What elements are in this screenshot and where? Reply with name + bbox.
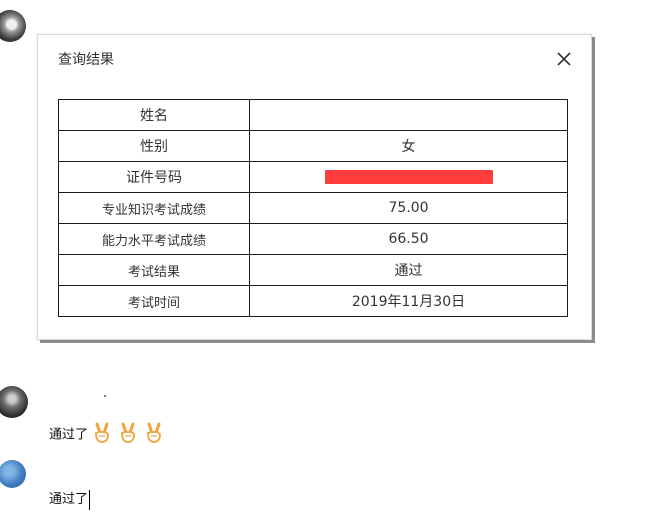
chat-message-text: 通过了 [49,427,89,443]
row-label-ability-score: 能力水平考试成绩 [58,223,250,255]
row-value-exam-result: 通过 [249,254,568,286]
row-value-id-number [249,161,568,193]
avatar[interactable] [0,10,26,42]
avatar[interactable] [0,386,28,418]
row-label-id-number: 证件号码 [58,161,250,193]
victory-hand-icon [90,421,114,449]
query-result-dialog: 查询结果 姓名 性别 女 证件号码 专业知识考试成绩 75.00 能力水平考试成… [37,34,592,340]
close-button[interactable] [554,49,574,69]
avatar[interactable] [0,460,26,488]
dialog-title: 查询结果 [58,52,114,68]
table-row: 能力水平考试成绩 66.50 [58,223,568,255]
table-row: 姓名 [58,99,568,131]
row-label-professional-score: 专业知识考试成绩 [58,192,250,224]
victory-hand-icon [116,421,140,449]
close-icon [557,52,571,66]
victory-hand-icon [142,421,166,449]
result-table: 姓名 性别 女 证件号码 专业知识考试成绩 75.00 能力水平考试成绩 66.… [58,99,568,317]
table-row: 性别 女 [58,130,568,162]
row-value-name [249,99,568,131]
row-value-professional-score: 75.00 [249,192,568,224]
redaction-mark [324,170,493,184]
chat-message-text: 通过了 [49,492,89,507]
text-cursor [89,489,91,510]
row-value-exam-date: 2019年11月30日 [249,285,568,317]
row-value-ability-score: 66.50 [249,223,568,255]
row-label-name: 姓名 [58,99,250,131]
table-row: 证件号码 [58,161,568,193]
page: 查询结果 姓名 性别 女 证件号码 专业知识考试成绩 75.00 能力水平考试成… [0,0,662,516]
chat-message: 通过了 [49,421,166,449]
chat-message[interactable]: 通过了 [49,488,91,510]
row-label-exam-result: 考试结果 [58,254,250,286]
row-value-gender: 女 [249,130,568,162]
row-label-gender: 性别 [58,130,250,162]
table-row: 考试时间 2019年11月30日 [58,285,568,317]
table-row: 专业知识考试成绩 75.00 [58,192,568,224]
table-row: 考试结果 通过 [58,254,568,286]
chat-dot [104,395,106,397]
row-label-exam-date: 考试时间 [58,285,250,317]
